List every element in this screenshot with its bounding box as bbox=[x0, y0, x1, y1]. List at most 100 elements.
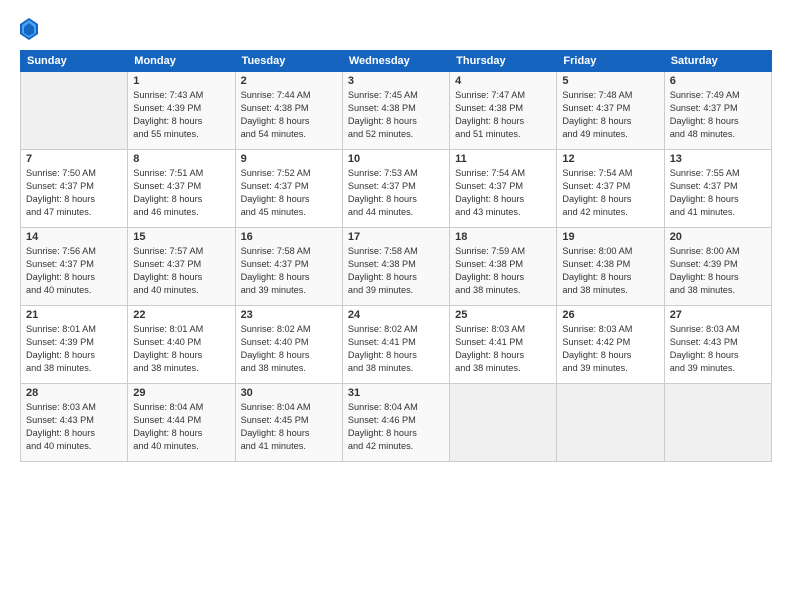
cell-line: Sunset: 4:37 PM bbox=[133, 181, 201, 191]
cell-line: and 49 minutes. bbox=[562, 129, 627, 139]
cell-content: Sunrise: 8:04 AMSunset: 4:44 PMDaylight:… bbox=[133, 401, 229, 453]
calendar-cell: 6Sunrise: 7:49 AMSunset: 4:37 PMDaylight… bbox=[664, 72, 771, 150]
cell-line: Sunrise: 8:03 AM bbox=[670, 324, 740, 334]
cell-line: Sunset: 4:39 PM bbox=[670, 259, 738, 269]
cell-line: and 38 minutes. bbox=[26, 363, 91, 373]
day-number: 14 bbox=[26, 231, 122, 243]
cell-line: Sunrise: 7:58 AM bbox=[241, 246, 311, 256]
cell-content: Sunrise: 7:50 AMSunset: 4:37 PMDaylight:… bbox=[26, 167, 122, 219]
cell-line: and 38 minutes. bbox=[670, 285, 735, 295]
calendar-cell: 24Sunrise: 8:02 AMSunset: 4:41 PMDayligh… bbox=[342, 306, 449, 384]
cell-line: Daylight: 8 hours bbox=[133, 116, 202, 126]
cell-line: Daylight: 8 hours bbox=[241, 350, 310, 360]
day-header-tuesday: Tuesday bbox=[235, 51, 342, 72]
day-number: 17 bbox=[348, 231, 444, 243]
cell-line: Daylight: 8 hours bbox=[562, 194, 631, 204]
cell-line: Sunset: 4:37 PM bbox=[133, 259, 201, 269]
calendar-cell: 21 Sunrise: 8:01 AMSunset: 4:39 PMDayligh… bbox=[21, 306, 128, 384]
calendar-cell: 5Sunrise: 7:48 AMSunset: 4:37 PMDaylight… bbox=[557, 72, 664, 150]
cell-line: Sunrise: 8:02 AM bbox=[241, 324, 311, 334]
cell-line: and 39 minutes. bbox=[348, 285, 413, 295]
calendar-cell: 19Sunrise: 8:00 AMSunset: 4:38 PMDayligh… bbox=[557, 228, 664, 306]
cell-line: and 48 minutes. bbox=[670, 129, 735, 139]
day-header-wednesday: Wednesday bbox=[342, 51, 449, 72]
calendar-cell: 16Sunrise: 7:58 AMSunset: 4:37 PMDayligh… bbox=[235, 228, 342, 306]
cell-line: and 38 minutes. bbox=[348, 363, 413, 373]
cell-content: Sunrise: 8:00 AMSunset: 4:39 PMDaylight:… bbox=[670, 245, 766, 297]
calendar-cell: 13Sunrise: 7:55 AMSunset: 4:37 PMDayligh… bbox=[664, 150, 771, 228]
day-number: 31 bbox=[348, 387, 444, 399]
calendar-cell bbox=[450, 384, 557, 462]
cell-line: Daylight: 8 hours bbox=[670, 194, 739, 204]
cell-line: Sunset: 4:37 PM bbox=[562, 181, 630, 191]
cell-content: Sunrise: 8:01 AMSunset: 4:40 PMDaylight:… bbox=[133, 323, 229, 375]
cell-line: Sunrise: 8:02 AM bbox=[348, 324, 418, 334]
cell-line: Sunrise: 8:01 AM bbox=[26, 324, 96, 334]
cell-content: Sunrise: 8:03 AMSunset: 4:42 PMDaylight:… bbox=[562, 323, 658, 375]
cell-line: Daylight: 8 hours bbox=[241, 272, 310, 282]
cell-line: Sunrise: 8:04 AM bbox=[241, 402, 311, 412]
day-number: 20 bbox=[670, 231, 766, 243]
cell-line: Sunset: 4:38 PM bbox=[562, 259, 630, 269]
cell-line: Sunrise: 7:44 AM bbox=[241, 90, 311, 100]
cell-line: and 47 minutes. bbox=[26, 207, 91, 217]
cell-line: Sunrise: 7:43 AM bbox=[133, 90, 203, 100]
calendar-cell: 9Sunrise: 7:52 AMSunset: 4:37 PMDaylight… bbox=[235, 150, 342, 228]
day-number: 21 bbox=[26, 309, 122, 321]
day-number: 1 bbox=[133, 75, 229, 87]
calendar-cell: 23Sunrise: 8:02 AMSunset: 4:40 PMDayligh… bbox=[235, 306, 342, 384]
cell-line: Daylight: 8 hours bbox=[455, 272, 524, 282]
cell-content: Sunrise: 8:03 AMSunset: 4:41 PMDaylight:… bbox=[455, 323, 551, 375]
page: SundayMondayTuesdayWednesdayThursdayFrid… bbox=[0, 0, 792, 612]
day-number: 30 bbox=[241, 387, 337, 399]
cell-line: Sunrise: 8:00 AM bbox=[562, 246, 632, 256]
calendar-cell: 14Sunrise: 7:56 AMSunset: 4:37 PMDayligh… bbox=[21, 228, 128, 306]
calendar-cell: 12Sunrise: 7:54 AMSunset: 4:37 PMDayligh… bbox=[557, 150, 664, 228]
cell-content: Sunrise: 7:52 AMSunset: 4:37 PMDaylight:… bbox=[241, 167, 337, 219]
cell-line: Daylight: 8 hours bbox=[455, 116, 524, 126]
cell-line: Sunset: 4:37 PM bbox=[670, 181, 738, 191]
cell-line: Sunset: 4:37 PM bbox=[241, 259, 309, 269]
cell-line: Sunset: 4:37 PM bbox=[562, 103, 630, 113]
cell-line: Daylight: 8 hours bbox=[348, 350, 417, 360]
calendar-table: SundayMondayTuesdayWednesdayThursdayFrid… bbox=[20, 50, 772, 462]
cell-content: Sunrise: 7:58 AM Sunset: 4:37 PM Daylight:… bbox=[241, 245, 337, 297]
cell-content: Sunrise: 7:55 AMSunset: 4:37 PMDaylight:… bbox=[670, 167, 766, 219]
calendar-cell bbox=[664, 384, 771, 462]
cell-content: Sunrise: 7:45 AMSunset: 4:38 PMDaylight:… bbox=[348, 89, 444, 141]
cell-content: Sunrise: 7:59 AMSunset: 4:38 PMDaylight:… bbox=[455, 245, 551, 297]
cell-line: Daylight: 8 hours bbox=[133, 350, 202, 360]
cell-line: and 38 minutes. bbox=[455, 363, 520, 373]
cell-line: Sunset: 4:45 PM bbox=[241, 415, 309, 425]
cell-line: and 41 minutes. bbox=[670, 207, 735, 217]
cell-line: and 40 minutes. bbox=[133, 285, 198, 295]
cell-content: Sunrise: 8:04 AMSunset: 4:46 PMDaylight:… bbox=[348, 401, 444, 453]
cell-line: Daylight: 8 hours bbox=[348, 272, 417, 282]
day-number: 8 bbox=[133, 153, 229, 165]
cell-line: and 42 minutes. bbox=[348, 441, 413, 451]
week-row-4: 28Sunrise: 8:03 AMSunset: 4:43 PMDayligh… bbox=[21, 384, 772, 462]
cell-line: Sunset: 4:38 PM bbox=[455, 259, 523, 269]
day-number: 4 bbox=[455, 75, 551, 87]
cell-line: and 43 minutes. bbox=[455, 207, 520, 217]
cell-line: Sunrise: 8:01 AM bbox=[133, 324, 203, 334]
cell-line: Sunrise: 7:45 AM bbox=[348, 90, 418, 100]
day-number: 24 bbox=[348, 309, 444, 321]
calendar-cell: 2Sunrise: 7:44 AMSunset: 4:38 PMDaylight… bbox=[235, 72, 342, 150]
cell-content: Sunrise: 8:03 AMSunset: 4:43 PMDaylight:… bbox=[670, 323, 766, 375]
cell-line: Daylight: 8 hours bbox=[562, 116, 631, 126]
day-header-saturday: Saturday bbox=[664, 51, 771, 72]
cell-line: Daylight: 8 hours bbox=[241, 428, 310, 438]
cell-line: Daylight: 8 hours bbox=[348, 194, 417, 204]
cell-content: Sunrise: 8:01 AMSunset: 4:39 PMDaylight:… bbox=[26, 323, 122, 375]
calendar-cell: 11Sunrise: 7:54 AMSunset: 4:37 PMDayligh… bbox=[450, 150, 557, 228]
cell-line: Sunset: 4:38 PM bbox=[455, 103, 523, 113]
cell-content: Sunrise: 7:57 AMSunset: 4:37 PMDaylight:… bbox=[133, 245, 229, 297]
calendar-cell: 10Sunrise: 7:53 AMSunset: 4:37 PMDayligh… bbox=[342, 150, 449, 228]
cell-line: Sunset: 4:43 PM bbox=[670, 337, 738, 347]
day-number: 25 bbox=[455, 309, 551, 321]
cell-line: Daylight: 8 hours bbox=[670, 272, 739, 282]
cell-line: and 40 minutes. bbox=[133, 441, 198, 451]
cell-line: and 40 minutes. bbox=[26, 285, 91, 295]
cell-line: Sunset: 4:37 PM bbox=[348, 181, 416, 191]
